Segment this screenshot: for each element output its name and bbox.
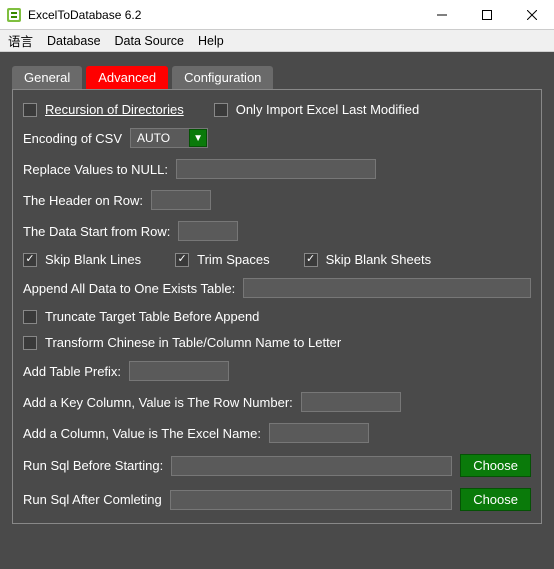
menu-database[interactable]: Database xyxy=(47,34,101,48)
trim-spaces-label: Trim Spaces xyxy=(197,252,269,267)
replace-null-label: Replace Values to NULL: xyxy=(23,162,168,177)
sql-before-input[interactable] xyxy=(171,456,452,476)
skip-blank-lines-checkbox[interactable] xyxy=(23,253,37,267)
window-buttons xyxy=(419,0,554,29)
skip-blank-sheets-checkbox[interactable] xyxy=(304,253,318,267)
recursion-checkbox[interactable] xyxy=(23,103,37,117)
encoding-label: Encoding of CSV xyxy=(23,131,122,146)
sql-after-label: Run Sql After Comleting xyxy=(23,492,162,507)
transform-chinese-checkbox[interactable] xyxy=(23,336,37,350)
skip-blank-lines-label: Skip Blank Lines xyxy=(45,252,141,267)
key-column-input[interactable] xyxy=(301,392,401,412)
data-start-row-input[interactable] xyxy=(178,221,238,241)
truncate-label: Truncate Target Table Before Append xyxy=(45,309,259,324)
window-title: ExcelToDatabase 6.2 xyxy=(28,8,419,22)
data-start-row-label: The Data Start from Row: xyxy=(23,224,170,239)
skip-blank-sheets-label: Skip Blank Sheets xyxy=(326,252,432,267)
transform-chinese-label: Transform Chinese in Table/Column Name t… xyxy=(45,335,341,350)
tab-general[interactable]: General xyxy=(12,66,82,89)
menu-datasource[interactable]: Data Source xyxy=(115,34,184,48)
recursion-label: Recursion of Directories xyxy=(45,102,184,117)
append-all-label: Append All Data to One Exists Table: xyxy=(23,281,235,296)
excel-column-input[interactable] xyxy=(269,423,369,443)
menu-language[interactable]: 语言 xyxy=(8,31,33,50)
trim-spaces-checkbox[interactable] xyxy=(175,253,189,267)
sql-before-label: Run Sql Before Starting: xyxy=(23,458,163,473)
header-row-label: The Header on Row: xyxy=(23,193,143,208)
choose-before-button[interactable]: Choose xyxy=(460,454,531,477)
key-column-label: Add a Key Column, Value is The Row Numbe… xyxy=(23,395,293,410)
close-button[interactable] xyxy=(509,0,554,30)
sql-after-input[interactable] xyxy=(170,490,452,510)
append-table-input[interactable] xyxy=(243,278,531,298)
header-row-input[interactable] xyxy=(151,190,211,210)
advanced-panel: Recursion of Directories Only Import Exc… xyxy=(12,89,542,524)
chevron-down-icon[interactable]: ▼ xyxy=(189,129,207,147)
table-prefix-label: Add Table Prefix: xyxy=(23,364,121,379)
minimize-button[interactable] xyxy=(419,0,464,30)
truncate-checkbox[interactable] xyxy=(23,310,37,324)
only-last-modified-label: Only Import Excel Last Modified xyxy=(236,102,420,117)
only-last-modified-checkbox[interactable] xyxy=(214,103,228,117)
choose-after-button[interactable]: Choose xyxy=(460,488,531,511)
encoding-value: AUTO xyxy=(131,131,189,145)
menubar: 语言 Database Data Source Help xyxy=(0,30,554,52)
client-area: General Advanced Configuration Recursion… xyxy=(0,52,554,569)
titlebar: ExcelToDatabase 6.2 xyxy=(0,0,554,30)
tab-advanced[interactable]: Advanced xyxy=(86,66,168,89)
tab-configuration[interactable]: Configuration xyxy=(172,66,273,89)
replace-null-input[interactable] xyxy=(176,159,376,179)
app-icon xyxy=(6,7,22,23)
table-prefix-input[interactable] xyxy=(129,361,229,381)
maximize-button[interactable] xyxy=(464,0,509,30)
tabs: General Advanced Configuration xyxy=(12,66,542,89)
menu-help[interactable]: Help xyxy=(198,34,224,48)
encoding-select[interactable]: AUTO ▼ xyxy=(130,128,208,148)
excel-column-label: Add a Column, Value is The Excel Name: xyxy=(23,426,261,441)
